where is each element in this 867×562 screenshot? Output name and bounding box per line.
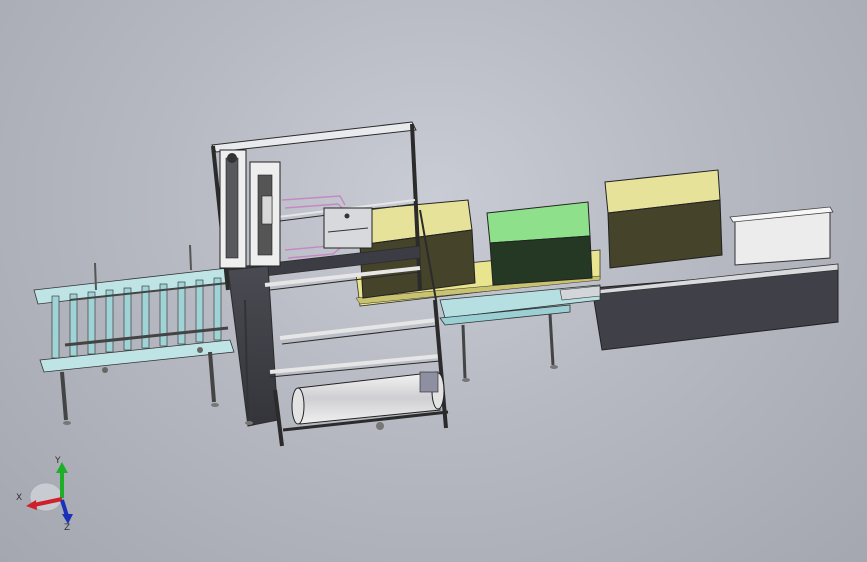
z-axis-label: Z <box>64 523 70 533</box>
y-axis-label: Y <box>54 456 61 466</box>
product-box-yellow-2[interactable] <box>604 169 723 269</box>
z-axis-arrow <box>60 499 69 517</box>
frame-foot <box>245 421 253 425</box>
cad-viewport[interactable]: Y X Z <box>0 0 867 562</box>
x-axis-label: X <box>16 493 22 503</box>
lift-actuator[interactable] <box>219 149 281 269</box>
machine-assembly-model[interactable]: Y X Z <box>0 0 867 562</box>
product-box-green[interactable] <box>486 201 593 286</box>
coordinate-triad: Y X Z <box>16 456 73 533</box>
film-dispenser-unit[interactable] <box>323 207 373 249</box>
middle-conveyor[interactable] <box>439 284 601 382</box>
infeed-roller-conveyor[interactable] <box>33 244 235 425</box>
